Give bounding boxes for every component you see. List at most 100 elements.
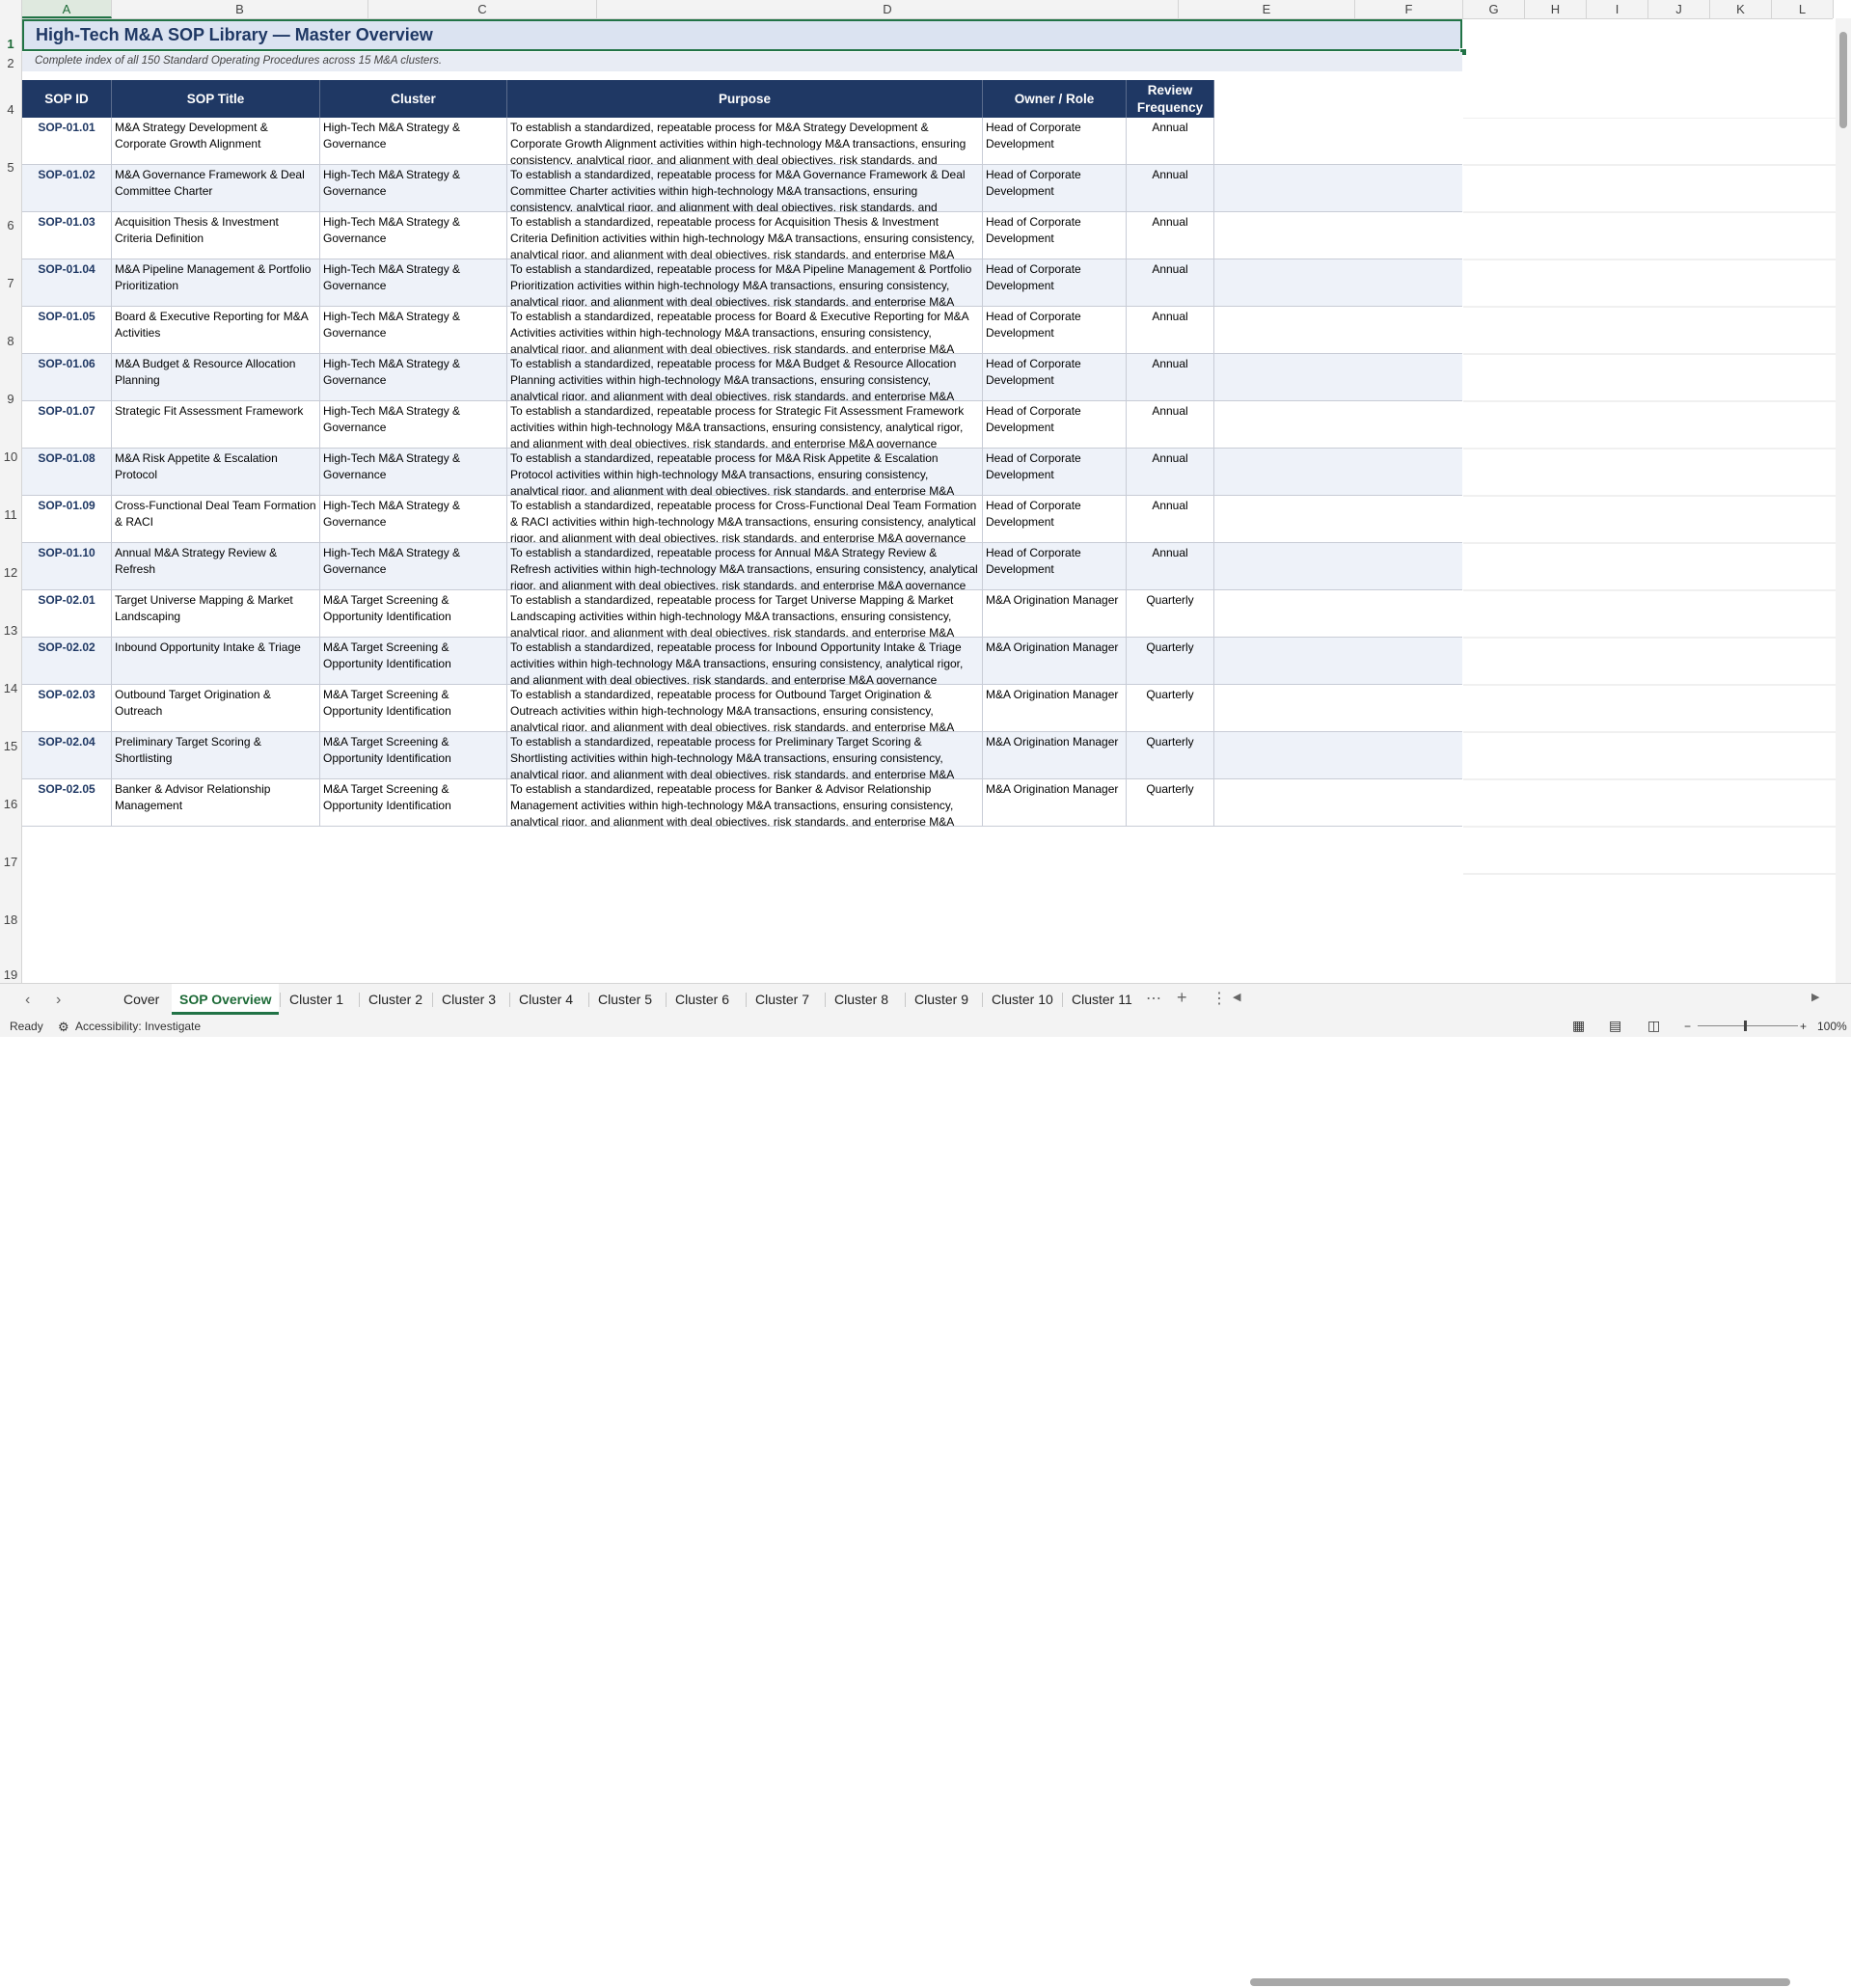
cell-cluster[interactable]: High-Tech M&A Strategy & Governance xyxy=(320,401,507,448)
row-header-5[interactable]: 5 xyxy=(0,160,21,175)
cell-purpose[interactable]: To establish a standardized, repeatable … xyxy=(507,401,983,448)
cell-freq[interactable]: Quarterly xyxy=(1127,638,1214,684)
scroll-left-icon[interactable]: ◀ xyxy=(1233,991,1240,1003)
sheet-tab-cluster-9[interactable]: Cluster 9 xyxy=(907,984,976,1015)
cell-freq[interactable]: Annual xyxy=(1127,307,1214,353)
cell-owner[interactable]: Head of Corporate Development xyxy=(983,212,1127,259)
row-header-7[interactable]: 7 xyxy=(0,276,21,290)
column-header-c[interactable]: C xyxy=(368,0,597,18)
sheet-tab-cluster-2[interactable]: Cluster 2 xyxy=(361,984,430,1015)
sheet-tab-cluster-4[interactable]: Cluster 4 xyxy=(511,984,581,1015)
page-layout-icon[interactable]: ▤ xyxy=(1609,1018,1621,1034)
cell-purpose[interactable]: To establish a standardized, repeatable … xyxy=(507,685,983,731)
cell-purpose[interactable]: To establish a standardized, repeatable … xyxy=(507,779,983,826)
cell-cluster[interactable]: High-Tech M&A Strategy & Governance xyxy=(320,449,507,495)
cell-id[interactable]: SOP-01.08 xyxy=(22,449,112,495)
row-header-6[interactable]: 6 xyxy=(0,218,21,232)
column-header-e[interactable]: E xyxy=(1179,0,1355,18)
vertical-scrollbar[interactable] xyxy=(1836,18,1851,983)
zoom-slider-thumb[interactable] xyxy=(1744,1021,1747,1031)
cell-owner[interactable]: Head of Corporate Development xyxy=(983,401,1127,448)
cell-title[interactable]: Target Universe Mapping & Market Landsca… xyxy=(112,590,320,637)
cell-id[interactable]: SOP-01.07 xyxy=(22,401,112,448)
cell-title[interactable]: M&A Risk Appetite & Escalation Protocol xyxy=(112,449,320,495)
cell-freq[interactable]: Annual xyxy=(1127,165,1214,211)
cell-title[interactable]: Outbound Target Origination & Outreach xyxy=(112,685,320,731)
cell-purpose[interactable]: To establish a standardized, repeatable … xyxy=(507,212,983,259)
cell-id[interactable]: SOP-02.05 xyxy=(22,779,112,826)
cell-cluster[interactable]: High-Tech M&A Strategy & Governance xyxy=(320,165,507,211)
accessibility-icon[interactable]: ⚙ xyxy=(58,1020,69,1035)
column-header-b[interactable]: B xyxy=(112,0,368,18)
zoom-level[interactable]: 100% xyxy=(1817,1020,1847,1033)
cell-id[interactable]: SOP-02.04 xyxy=(22,732,112,778)
row-header-2[interactable]: 2 xyxy=(0,56,21,70)
cell-cluster[interactable]: High-Tech M&A Strategy & Governance xyxy=(320,543,507,589)
cell-id[interactable]: SOP-01.01 xyxy=(22,118,112,164)
cell-freq[interactable]: Quarterly xyxy=(1127,732,1214,778)
cell-freq[interactable]: Quarterly xyxy=(1127,779,1214,826)
column-header-k[interactable]: K xyxy=(1710,0,1772,18)
column-header-g[interactable]: G xyxy=(1463,0,1525,18)
cell-id[interactable]: SOP-01.03 xyxy=(22,212,112,259)
cell-purpose[interactable]: To establish a standardized, repeatable … xyxy=(507,307,983,353)
cell-owner[interactable]: M&A Origination Manager xyxy=(983,779,1127,826)
cell-freq[interactable]: Annual xyxy=(1127,401,1214,448)
zoom-in-icon[interactable]: + xyxy=(1800,1020,1807,1033)
sheet-tab-cover[interactable]: Cover xyxy=(116,984,167,1015)
cell-title[interactable]: M&A Budget & Resource Allocation Plannin… xyxy=(112,354,320,400)
row-header-1[interactable]: 1 xyxy=(0,37,21,51)
cell-purpose[interactable]: To establish a standardized, repeatable … xyxy=(507,638,983,684)
sheet-tab-cluster-8[interactable]: Cluster 8 xyxy=(827,984,896,1015)
cell-purpose[interactable]: To establish a standardized, repeatable … xyxy=(507,590,983,637)
header-sop-title[interactable]: SOP Title xyxy=(112,80,320,118)
column-header-j[interactable]: J xyxy=(1648,0,1710,18)
cell-id[interactable]: SOP-01.05 xyxy=(22,307,112,353)
cell-id[interactable]: SOP-01.10 xyxy=(22,543,112,589)
subtitle-cell[interactable]: Complete index of all 150 Standard Opera… xyxy=(22,52,1462,71)
cell-title[interactable]: Banker & Advisor Relationship Management xyxy=(112,779,320,826)
sheet-options-icon[interactable]: ⋮ xyxy=(1211,989,1227,1008)
row-header-12[interactable]: 12 xyxy=(0,565,21,580)
row-header-14[interactable]: 14 xyxy=(0,681,21,695)
zoom-out-icon[interactable]: − xyxy=(1684,1020,1691,1033)
cell-cluster[interactable]: M&A Target Screening & Opportunity Ident… xyxy=(320,590,507,637)
cell-freq[interactable]: Annual xyxy=(1127,212,1214,259)
header-owner-role[interactable]: Owner / Role xyxy=(983,80,1127,118)
row-header-10[interactable]: 10 xyxy=(0,449,21,464)
prev-sheet-icon[interactable]: ‹ xyxy=(25,992,30,1009)
row-header-18[interactable]: 18 xyxy=(0,912,21,927)
cell-title[interactable]: Strategic Fit Assessment Framework xyxy=(112,401,320,448)
cell-title[interactable]: Inbound Opportunity Intake & Triage xyxy=(112,638,320,684)
cell-owner[interactable]: Head of Corporate Development xyxy=(983,543,1127,589)
column-header-d[interactable]: D xyxy=(597,0,1179,18)
cell-owner[interactable]: Head of Corporate Development xyxy=(983,307,1127,353)
cell-owner[interactable]: M&A Origination Manager xyxy=(983,638,1127,684)
sheet-tab-cluster-10[interactable]: Cluster 10 xyxy=(984,984,1061,1015)
cell-title[interactable]: Board & Executive Reporting for M&A Acti… xyxy=(112,307,320,353)
row-header-8[interactable]: 8 xyxy=(0,334,21,348)
cell-cluster[interactable]: M&A Target Screening & Opportunity Ident… xyxy=(320,685,507,731)
cell-id[interactable]: SOP-02.03 xyxy=(22,685,112,731)
cell-freq[interactable]: Annual xyxy=(1127,354,1214,400)
cell-purpose[interactable]: To establish a standardized, repeatable … xyxy=(507,118,983,164)
row-header-9[interactable]: 9 xyxy=(0,392,21,406)
sheet-tab-cluster-6[interactable]: Cluster 6 xyxy=(667,984,737,1015)
cell-freq[interactable]: Quarterly xyxy=(1127,590,1214,637)
header-purpose[interactable]: Purpose xyxy=(507,80,983,118)
cell-id[interactable]: SOP-01.04 xyxy=(22,259,112,306)
cell-owner[interactable]: Head of Corporate Development xyxy=(983,118,1127,164)
horizontal-scroll-thumb[interactable] xyxy=(1250,1978,1790,1986)
sheet-tab-sop-overview[interactable]: SOP Overview xyxy=(172,984,280,1015)
cell-id[interactable]: SOP-01.02 xyxy=(22,165,112,211)
cell-owner[interactable]: Head of Corporate Development xyxy=(983,449,1127,495)
row-header-19[interactable]: 19 xyxy=(0,967,21,982)
cell-cluster[interactable]: High-Tech M&A Strategy & Governance xyxy=(320,212,507,259)
accessibility-status[interactable]: Accessibility: Investigate xyxy=(75,1020,201,1033)
cell-purpose[interactable]: To establish a standardized, repeatable … xyxy=(507,354,983,400)
cell-purpose[interactable]: To establish a standardized, repeatable … xyxy=(507,496,983,542)
cell-cluster[interactable]: High-Tech M&A Strategy & Governance xyxy=(320,259,507,306)
cell-title[interactable]: Acquisition Thesis & Investment Criteria… xyxy=(112,212,320,259)
cell-title[interactable]: Annual M&A Strategy Review & Refresh xyxy=(112,543,320,589)
column-header-f[interactable]: F xyxy=(1355,0,1463,18)
